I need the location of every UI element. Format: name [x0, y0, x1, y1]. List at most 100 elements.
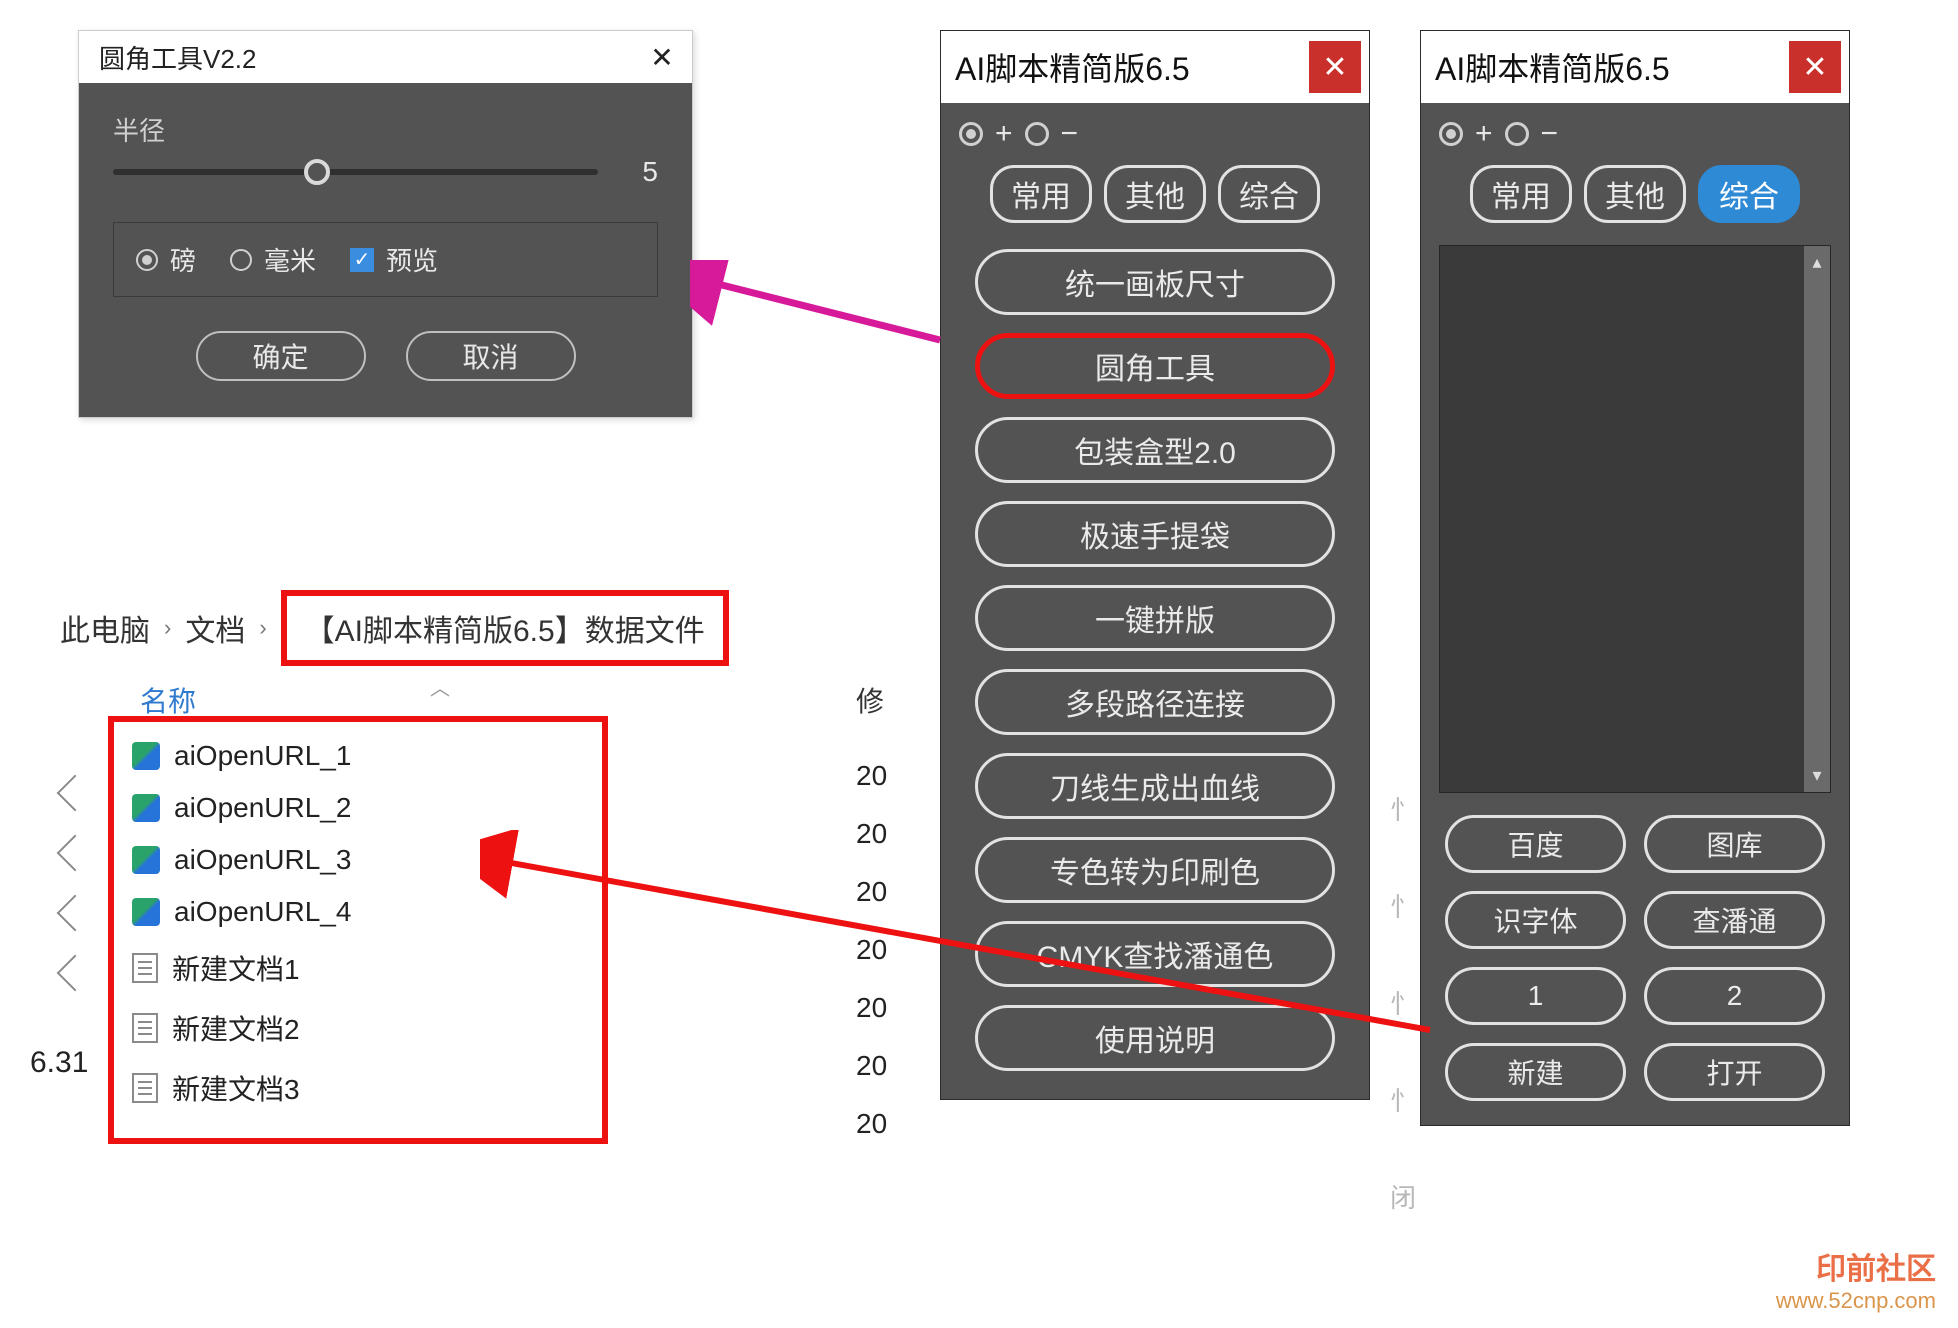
file-name: 新建文档3 — [172, 1068, 300, 1108]
column-name-header[interactable]: 名称 — [140, 680, 196, 720]
watermark: 印前社区 www.52cnp.com — [1776, 1252, 1936, 1314]
chevron-right-icon: › — [164, 615, 171, 641]
empty-list: ▴ ▾ — [1439, 245, 1831, 793]
link-1[interactable]: 1 — [1445, 967, 1626, 1025]
close-icon[interactable]: ✕ — [644, 41, 680, 74]
breadcrumb-docs[interactable]: 文档 — [185, 606, 245, 650]
link-open[interactable]: 打开 — [1644, 1043, 1825, 1101]
link-find-pantone[interactable]: 查潘通 — [1644, 891, 1825, 949]
link-new[interactable]: 新建 — [1445, 1043, 1626, 1101]
tab-zonghe[interactable]: 综合 — [1698, 165, 1800, 223]
modified-column: 20 20 20 20 20 20 20 — [856, 760, 887, 1140]
tab-qita[interactable]: 其他 — [1104, 165, 1206, 223]
tab-zonghe[interactable]: 综合 — [1218, 165, 1320, 223]
breadcrumb[interactable]: 此电脑 › 文档 › 【AI脚本精简版6.5】数据文件 — [60, 590, 729, 666]
tab-qita[interactable]: 其他 — [1584, 165, 1686, 223]
dialog-title: 圆角工具V2.2 — [99, 39, 257, 76]
chevron-right-icon: › — [259, 615, 266, 641]
cancel-button[interactable]: 取消 — [406, 331, 576, 381]
tool-instructions[interactable]: 使用说明 — [975, 1005, 1335, 1071]
tool-cmyk-pantone[interactable]: CMYK查找潘通色 — [975, 921, 1335, 987]
close-icon[interactable]: ✕ — [1789, 41, 1841, 93]
file-modified: 20 — [856, 818, 887, 850]
mode-row: + − — [1421, 103, 1849, 165]
mode-plus-radio[interactable] — [1439, 122, 1463, 146]
file-modified: 20 — [856, 760, 887, 792]
mode-minus-radio[interactable] — [1505, 122, 1529, 146]
tool-list: 统一画板尺寸 圆角工具 包装盒型2.0 极速手提袋 一键拼版 多段路径连接 刀线… — [941, 239, 1369, 1075]
script-panel-changyong: AI脚本精简版6.5 ✕ + − 常用 其他 综合 统一画板尺寸 圆角工具 包装… — [940, 30, 1370, 1100]
column-modified-header[interactable]: 修 — [856, 680, 884, 720]
sort-asc-icon[interactable]: ︿ — [430, 672, 450, 701]
file-name: aiOpenURL_4 — [174, 896, 351, 928]
minus-label: − — [1541, 117, 1559, 151]
scrollbar[interactable]: ▴ ▾ — [1804, 246, 1830, 792]
pin-icon[interactable] — [57, 955, 94, 992]
link-identify-font[interactable]: 识字体 — [1445, 891, 1626, 949]
file-name: 新建文档2 — [172, 1008, 300, 1048]
dialog-titlebar[interactable]: 圆角工具V2.2 ✕ — [79, 31, 692, 83]
preview-checkbox[interactable]: ✓ 预览 — [350, 241, 438, 278]
file-modified: 20 — [856, 992, 887, 1024]
link-2[interactable]: 2 — [1644, 967, 1825, 1025]
tool-box-template[interactable]: 包装盒型2.0 — [975, 417, 1335, 483]
quick-links-grid: 百度 图库 识字体 查潘通 1 2 新建 打开 — [1421, 793, 1849, 1101]
file-name: aiOpenURL_2 — [174, 792, 351, 824]
scroll-down-icon[interactable]: ▾ — [1812, 765, 1821, 786]
tool-fast-bag[interactable]: 极速手提袋 — [975, 501, 1335, 567]
dialog-buttons: 确定 取消 — [113, 331, 658, 381]
plus-label: + — [1475, 117, 1493, 151]
file-modified: 20 — [856, 876, 887, 908]
tab-changyong[interactable]: 常用 — [990, 165, 1092, 223]
unit-pound-label: 磅 — [170, 241, 196, 278]
breadcrumb-folder-highlight[interactable]: 【AI脚本精简版6.5】数据文件 — [281, 590, 729, 666]
close-icon[interactable]: ✕ — [1309, 41, 1361, 93]
document-icon — [132, 953, 158, 983]
unit-pound-radio[interactable]: 磅 — [136, 241, 196, 278]
pin-icon[interactable] — [57, 895, 94, 932]
link-gallery[interactable]: 图库 — [1644, 815, 1825, 873]
panel-title: AI脚本精简版6.5 — [1435, 44, 1670, 90]
file-row[interactable]: 新建文档3 — [128, 1058, 588, 1118]
breadcrumb-root[interactable]: 此电脑 — [60, 606, 150, 650]
file-row[interactable]: aiOpenURL_1 — [128, 730, 588, 782]
slider-thumb[interactable] — [304, 159, 330, 185]
plus-label: + — [995, 117, 1013, 151]
tool-one-click-impose[interactable]: 一键拼版 — [975, 585, 1335, 651]
tool-multi-path-join[interactable]: 多段路径连接 — [975, 669, 1335, 735]
document-icon — [132, 1073, 158, 1103]
pin-icon[interactable] — [57, 775, 94, 812]
scroll-up-icon[interactable]: ▴ — [1812, 252, 1821, 273]
tool-unify-artboard[interactable]: 统一画板尺寸 — [975, 249, 1335, 315]
unit-mm-radio[interactable]: 毫米 — [230, 241, 316, 278]
tab-changyong[interactable]: 常用 — [1470, 165, 1572, 223]
pin-icon[interactable] — [57, 835, 94, 872]
file-row[interactable]: 新建文档1 — [128, 938, 588, 998]
panel-titlebar[interactable]: AI脚本精简版6.5 ✕ — [941, 31, 1369, 103]
tabs: 常用 其他 综合 — [941, 165, 1369, 239]
watermark-url: www.52cnp.com — [1776, 1288, 1936, 1313]
radius-slider[interactable] — [113, 169, 598, 175]
mode-row: + − — [941, 103, 1369, 165]
tool-dieline-bleed[interactable]: 刀线生成出血线 — [975, 753, 1335, 819]
file-name: 新建文档1 — [172, 948, 300, 988]
tool-spot-to-process[interactable]: 专色转为印刷色 — [975, 837, 1335, 903]
mode-minus-radio[interactable] — [1025, 122, 1049, 146]
file-row[interactable]: aiOpenURL_2 — [128, 782, 588, 834]
link-baidu[interactable]: 百度 — [1445, 815, 1626, 873]
panel-titlebar[interactable]: AI脚本精简版6.5 ✕ — [1421, 31, 1849, 103]
minus-label: − — [1061, 117, 1079, 151]
pin-column — [62, 780, 88, 986]
mode-plus-radio[interactable] — [959, 122, 983, 146]
round-corner-dialog: 圆角工具V2.2 ✕ 半径 5 磅 毫米 ✓ 预览 确定 — [78, 30, 693, 418]
document-icon — [132, 1013, 158, 1043]
tool-round-corner[interactable]: 圆角工具 — [975, 333, 1335, 399]
radio-icon — [230, 249, 252, 271]
file-row[interactable]: aiOpenURL_4 — [128, 886, 588, 938]
ok-button[interactable]: 确定 — [196, 331, 366, 381]
file-modified: 20 — [856, 1050, 887, 1082]
file-row[interactable]: aiOpenURL_3 — [128, 834, 588, 886]
file-row[interactable]: 新建文档2 — [128, 998, 588, 1058]
preview-label: 预览 — [386, 241, 438, 278]
file-name: aiOpenURL_3 — [174, 844, 351, 876]
